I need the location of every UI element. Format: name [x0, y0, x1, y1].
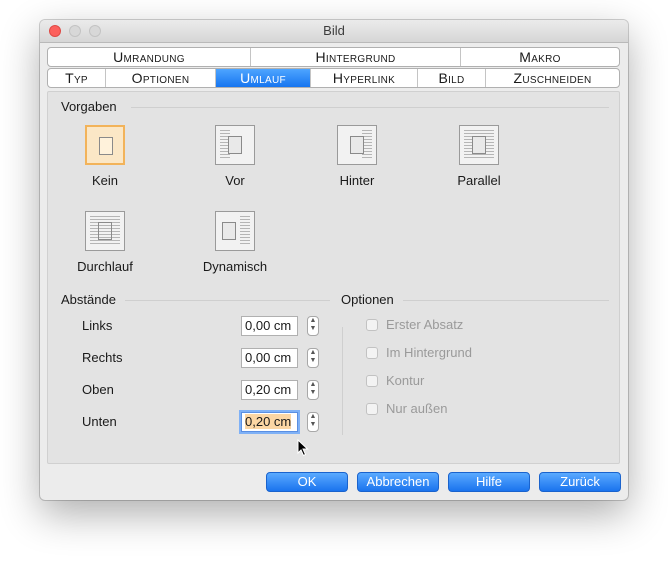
tab-hyperlink[interactable]: Hyperlink: [311, 69, 418, 87]
tab-makro[interactable]: Makro: [461, 48, 619, 66]
wrap-through-icon[interactable]: [85, 211, 125, 251]
tab-bild[interactable]: Bild: [418, 69, 486, 87]
selected-text: 0,20 cm: [245, 414, 292, 429]
option-contour[interactable]: Kontur: [366, 373, 424, 388]
wrap-option-label: Dynamisch: [202, 259, 268, 274]
spacing-right-field[interactable]: 0,00 cm: [241, 348, 298, 368]
option-in-background[interactable]: Im Hintergrund: [366, 345, 472, 360]
tab-umlauf[interactable]: Umlauf: [216, 69, 311, 87]
options-section-label: Optionen: [341, 292, 394, 307]
defaults-section-label: Vorgaben: [61, 99, 117, 114]
wrap-option-label: Durchlauf: [77, 259, 133, 274]
option-outside-only[interactable]: Nur außen: [366, 401, 447, 416]
tab-zuschneiden[interactable]: Zuschneiden: [486, 69, 619, 87]
tab-umrandung[interactable]: Umrandung: [48, 48, 251, 66]
tab-hintergrund[interactable]: Hintergrund: [251, 48, 461, 66]
stepper-down-icon[interactable]: ▼: [308, 325, 318, 333]
spacing-top-field[interactable]: 0,20 cm: [241, 380, 298, 400]
option-first-paragraph[interactable]: Erster Absatz: [366, 317, 463, 332]
spacing-top-stepper[interactable]: ▲ ▼: [307, 380, 319, 400]
tab-row-1: Umrandung Hintergrund Makro: [47, 47, 620, 67]
stepper-up-icon[interactable]: ▲: [308, 317, 318, 325]
option-label: Kontur: [386, 373, 425, 388]
spacing-left-stepper[interactable]: ▲ ▼: [307, 316, 319, 336]
spacing-divider: [125, 300, 330, 301]
spacing-section-label: Abstände: [61, 292, 116, 307]
wrap-option-parallel[interactable]: Parallel: [434, 125, 524, 188]
checkbox[interactable]: [366, 374, 378, 387]
stepper-up-icon[interactable]: ▲: [308, 413, 318, 421]
wrap-none-icon[interactable]: [85, 125, 125, 165]
wrap-option-label: Vor: [225, 173, 245, 188]
wrap-after-icon[interactable]: [337, 125, 377, 165]
stepper-up-icon[interactable]: ▲: [308, 381, 318, 389]
tab-row-2: Typ Optionen Umlauf Hyperlink Bild Zusch…: [47, 68, 620, 88]
stepper-down-icon[interactable]: ▼: [308, 357, 318, 365]
stepper-down-icon[interactable]: ▼: [308, 389, 318, 397]
wrap-option-optimal[interactable]: Dynamisch: [190, 211, 280, 274]
stepper-up-icon[interactable]: ▲: [308, 349, 318, 357]
wrap-parallel-icon[interactable]: [459, 125, 499, 165]
cancel-button[interactable]: Abbrechen: [357, 472, 439, 492]
stepper-down-icon[interactable]: ▼: [308, 421, 318, 429]
tab-optionen[interactable]: Optionen: [106, 69, 216, 87]
ok-button[interactable]: OK: [266, 472, 348, 492]
window-title: Bild: [323, 23, 345, 38]
image-dialog: Bild Umrandung Hintergrund Makro Typ Opt…: [40, 20, 628, 500]
options-divider: [403, 300, 609, 301]
spacing-bottom-stepper[interactable]: ▲ ▼: [307, 412, 319, 432]
title-bar[interactable]: Bild: [40, 20, 628, 43]
tab-typ[interactable]: Typ: [48, 69, 106, 87]
option-label: Erster Absatz: [386, 317, 464, 332]
wrap-before-icon[interactable]: [215, 125, 255, 165]
wrap-option-label: Parallel: [457, 173, 501, 188]
wrap-option-label: Kein: [91, 173, 119, 188]
option-label: Nur außen: [386, 401, 448, 416]
column-divider: [342, 327, 343, 435]
wrap-option-none[interactable]: Kein: [60, 125, 150, 188]
spacing-left-field[interactable]: 0,00 cm: [241, 316, 298, 336]
checkbox[interactable]: [366, 346, 378, 359]
checkbox[interactable]: [366, 318, 378, 331]
wrap-option-before[interactable]: Vor: [190, 125, 280, 188]
defaults-divider: [131, 107, 609, 108]
spacing-bottom-field[interactable]: 0,20 cm: [241, 412, 298, 432]
mouse-pointer-icon: [297, 439, 309, 457]
spacing-left-label: Links: [82, 318, 113, 333]
wrap-option-after[interactable]: Hinter: [312, 125, 402, 188]
option-label: Im Hintergrund: [386, 345, 472, 360]
wrap-panel: Vorgaben Kein Vor Hinter Parallel Durchl…: [47, 91, 620, 464]
wrap-option-through[interactable]: Durchlauf: [60, 211, 150, 274]
spacing-right-label: Rechts: [82, 350, 123, 365]
wrap-optimal-icon[interactable]: [215, 211, 255, 251]
wrap-option-label: Hinter: [339, 173, 375, 188]
spacing-bottom-label: Unten: [82, 414, 117, 429]
checkbox[interactable]: [366, 402, 378, 415]
spacing-right-stepper[interactable]: ▲ ▼: [307, 348, 319, 368]
back-button[interactable]: Zurück: [539, 472, 621, 492]
spacing-top-label: Oben: [82, 382, 114, 397]
help-button[interactable]: Hilfe: [448, 472, 530, 492]
